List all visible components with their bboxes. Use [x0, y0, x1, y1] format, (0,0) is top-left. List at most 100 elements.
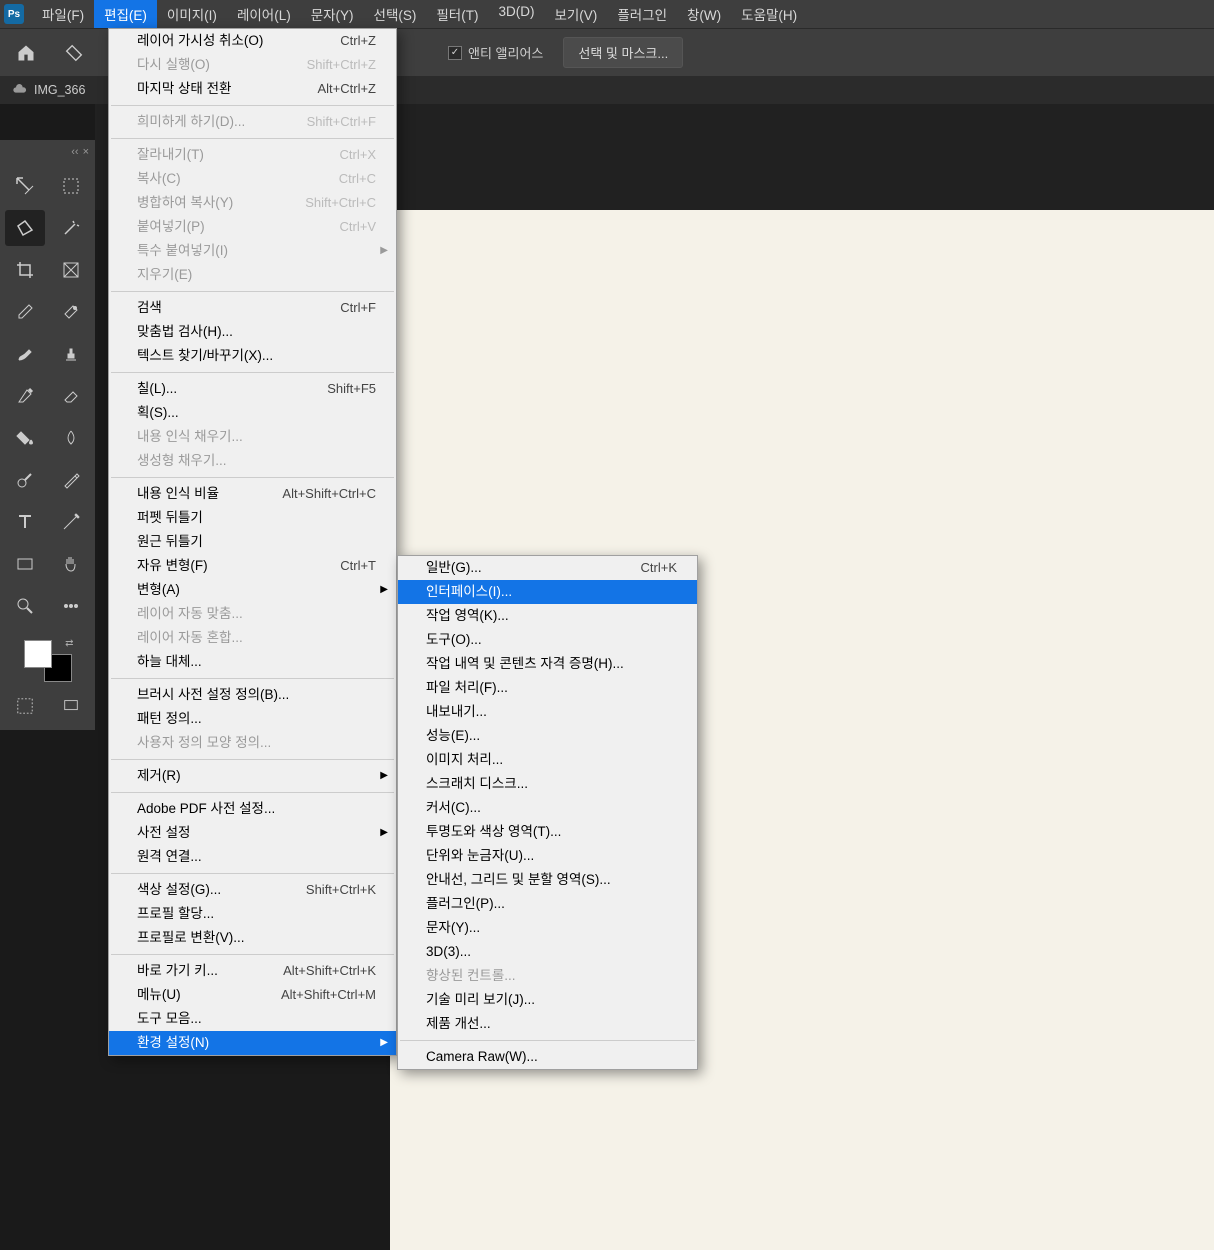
screenmode-tool[interactable] [51, 688, 91, 724]
eyedrop-tool[interactable] [5, 294, 45, 330]
menu-item-shortcut: Ctrl+C [339, 170, 376, 188]
menu-문자[interactable]: 문자(Y) [301, 0, 364, 28]
blur-tool[interactable] [51, 420, 91, 456]
edit-menu-item-43[interactable]: 프로필로 변환(V)... [109, 926, 396, 950]
edit-menu-item-39[interactable]: 원격 연결... [109, 845, 396, 869]
prefs-menu-item-2[interactable]: 작업 영역(K)... [398, 604, 697, 628]
prefs-menu-item-9[interactable]: 스크래치 디스크... [398, 772, 697, 796]
heal-tool[interactable] [51, 294, 91, 330]
quickmask-tool[interactable] [5, 688, 45, 724]
crop-tool[interactable] [5, 252, 45, 288]
ellipsis-icon [61, 596, 81, 616]
home-button[interactable] [12, 39, 40, 67]
history-tool[interactable] [5, 378, 45, 414]
menu-3d[interactable]: 3D(D) [488, 0, 544, 28]
edit-menu-item-25[interactable]: 자유 변형(F)Ctrl+T [109, 554, 396, 578]
prefs-menu-item-7[interactable]: 성능(E)... [398, 724, 697, 748]
edit-menu-item-47[interactable]: 도구 모음... [109, 1007, 396, 1031]
edit-menu-item-38[interactable]: 사전 설정▶ [109, 821, 396, 845]
edit-menu-item-22[interactable]: 내용 인식 비율Alt+Shift+Ctrl+C [109, 482, 396, 506]
select-and-mask-button[interactable]: 선택 및 마스크... [563, 37, 683, 68]
edit-menu-item-45[interactable]: 바로 가기 키...Alt+Shift+Ctrl+K [109, 959, 396, 983]
prefs-menu-item-18[interactable]: 기술 미리 보기(J)... [398, 988, 697, 1012]
edit-menu-item-29[interactable]: 하늘 대체... [109, 650, 396, 674]
bucket-tool[interactable] [5, 420, 45, 456]
edit-menu-item-13[interactable]: 검색Ctrl+F [109, 296, 396, 320]
menu-도움말[interactable]: 도움말(H) [731, 0, 807, 28]
type-tool[interactable] [5, 504, 45, 540]
pen-tool[interactable] [51, 462, 91, 498]
prefs-menu-item-3[interactable]: 도구(O)... [398, 628, 697, 652]
prefs-menu-item-15[interactable]: 문자(Y)... [398, 916, 697, 940]
edit-menu-item-15[interactable]: 텍스트 찾기/바꾸기(X)... [109, 344, 396, 368]
lasso-tool[interactable] [5, 210, 45, 246]
swap-colors-icon[interactable]: ⇄ [65, 638, 73, 649]
antialias-checkbox[interactable]: ✓ 앤티 앨리어스 [448, 43, 543, 62]
ellipsis-tool[interactable] [51, 588, 91, 624]
prefs-menu-item-4[interactable]: 작업 내역 및 콘텐츠 자격 증명(H)... [398, 652, 697, 676]
frame-tool[interactable] [51, 252, 91, 288]
edit-menu-item-46[interactable]: 메뉴(U)Alt+Shift+Ctrl+M [109, 983, 396, 1007]
edit-menu-item-42[interactable]: 프로필 할당... [109, 902, 396, 926]
menu-보기[interactable]: 보기(V) [544, 0, 607, 28]
edit-menu-item-27: 레이어 자동 맞춤... [109, 602, 396, 626]
prefs-menu-item-6[interactable]: 내보내기... [398, 700, 697, 724]
edit-menu-item-24[interactable]: 원근 뒤틀기 [109, 530, 396, 554]
edit-menu-item-26[interactable]: 변형(A)▶ [109, 578, 396, 602]
menu-item-label: 레이어 자동 혼합... [137, 629, 243, 647]
prefs-menu-item-16[interactable]: 3D(3)... [398, 940, 697, 964]
wand-icon [61, 218, 81, 238]
document-tab-name[interactable]: IMG_366 [34, 83, 85, 97]
edit-menu-item-35[interactable]: 제거(R)▶ [109, 764, 396, 788]
brush-icon [15, 344, 35, 364]
edit-menu-item-37[interactable]: Adobe PDF 사전 설정... [109, 797, 396, 821]
menu-item-label: 원근 뒤틀기 [137, 533, 203, 551]
edit-menu-item-23[interactable]: 퍼펫 뒤틀기 [109, 506, 396, 530]
menu-파일[interactable]: 파일(F) [32, 0, 94, 28]
eraser-tool[interactable] [51, 378, 91, 414]
edit-menu-item-31[interactable]: 브러시 사전 설정 정의(B)... [109, 683, 396, 707]
edit-menu-item-48[interactable]: 환경 설정(N)▶ [109, 1031, 396, 1055]
hand-tool[interactable] [51, 546, 91, 582]
prefs-menu-item-5[interactable]: 파일 처리(F)... [398, 676, 697, 700]
edit-menu-item-32[interactable]: 패턴 정의... [109, 707, 396, 731]
tool-preset-icon[interactable] [60, 39, 88, 67]
menu-창[interactable]: 창(W) [677, 0, 731, 28]
prefs-menu-item-0[interactable]: 일반(G)...Ctrl+K [398, 556, 697, 580]
prefs-menu-item-12[interactable]: 단위와 눈금자(U)... [398, 844, 697, 868]
move-tool[interactable] [5, 168, 45, 204]
color-swatches[interactable]: ⇄ [24, 640, 72, 682]
menu-레이어[interactable]: 레이어(L) [227, 0, 301, 28]
edit-menu-item-2[interactable]: 마지막 상태 전환Alt+Ctrl+Z [109, 77, 396, 101]
menu-플러그인[interactable]: 플러그인 [607, 0, 677, 28]
prefs-menu-item-8[interactable]: 이미지 처리... [398, 748, 697, 772]
dodge-tool[interactable] [5, 462, 45, 498]
zoom-tool[interactable] [5, 588, 45, 624]
menu-이미지[interactable]: 이미지(I) [157, 0, 227, 28]
menu-선택[interactable]: 선택(S) [364, 0, 427, 28]
menu-item-label: 3D(3)... [426, 943, 471, 961]
edit-menu-item-17[interactable]: 칠(L)...Shift+F5 [109, 377, 396, 401]
toolbox-collapse[interactable]: ‹‹× [0, 144, 95, 160]
prefs-menu-item-1[interactable]: 인터페이스(I)... [398, 580, 697, 604]
edit-menu-item-41[interactable]: 색상 설정(G)...Shift+Ctrl+K [109, 878, 396, 902]
prefs-menu-item-19[interactable]: 제품 개선... [398, 1012, 697, 1036]
rect-tool[interactable] [5, 546, 45, 582]
edit-menu-item-0[interactable]: 레이어 가시성 취소(O)Ctrl+Z [109, 29, 396, 53]
wand-tool[interactable] [51, 210, 91, 246]
path-tool[interactable] [51, 504, 91, 540]
brush-tool[interactable] [5, 336, 45, 372]
prefs-menu-item-21[interactable]: Camera Raw(W)... [398, 1045, 697, 1069]
menu-필터[interactable]: 필터(T) [426, 0, 488, 28]
prefs-menu-item-10[interactable]: 커서(C)... [398, 796, 697, 820]
foreground-color-swatch[interactable] [24, 640, 52, 668]
edit-menu-item-18[interactable]: 획(S)... [109, 401, 396, 425]
prefs-menu-item-14[interactable]: 플러그인(P)... [398, 892, 697, 916]
edit-menu-item-14[interactable]: 맞춤법 검사(H)... [109, 320, 396, 344]
prefs-menu-item-11[interactable]: 투명도와 색상 영역(T)... [398, 820, 697, 844]
menu-편집[interactable]: 편집(E) [94, 0, 157, 28]
stamp-tool[interactable] [51, 336, 91, 372]
toolbox: ‹‹× ⇄ [0, 140, 95, 730]
marquee-tool[interactable] [51, 168, 91, 204]
prefs-menu-item-13[interactable]: 안내선, 그리드 및 분할 영역(S)... [398, 868, 697, 892]
